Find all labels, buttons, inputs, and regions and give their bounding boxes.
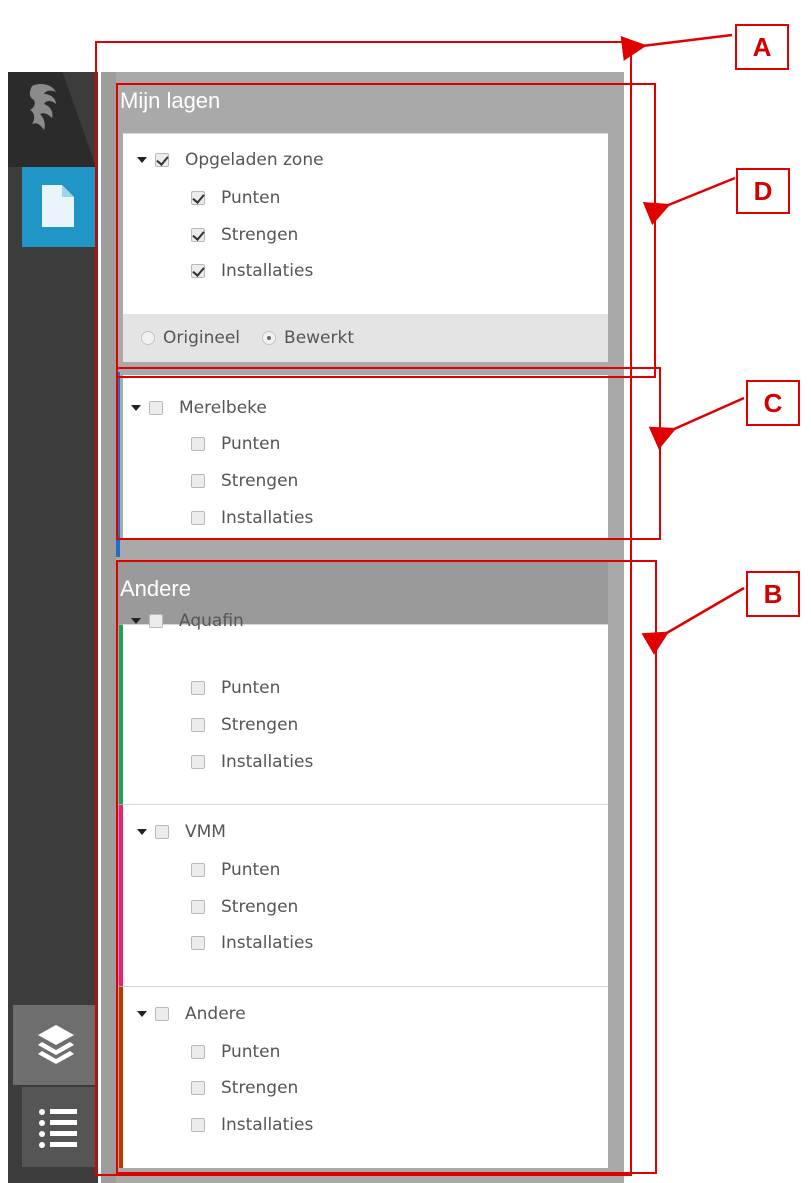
annotation-label-a: A: [735, 24, 789, 70]
annotation-label-d: D: [736, 168, 790, 214]
annotation-arrows: [620, 33, 745, 655]
annotation-label-b: B: [746, 571, 800, 617]
annotation-label-c: C: [746, 380, 800, 426]
